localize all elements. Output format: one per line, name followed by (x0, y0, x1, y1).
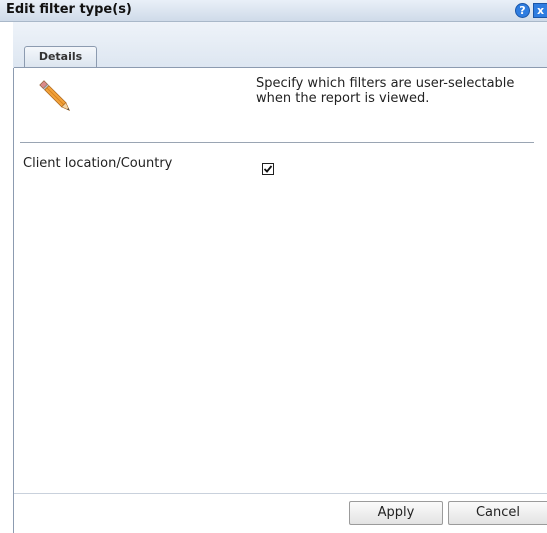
close-icon[interactable]: x (533, 3, 547, 18)
pencil-icon (39, 80, 71, 112)
help-icon[interactable]: ? (515, 3, 530, 18)
dialog-title: Edit filter type(s) (6, 2, 132, 17)
tab-details[interactable]: Details (24, 46, 97, 67)
dialog-titlebar[interactable]: Edit filter type(s) ? x (0, 0, 547, 22)
filter-description: Specify which filters are user-selectabl… (256, 76, 515, 106)
footer-divider (14, 493, 547, 494)
checkmark-icon (263, 165, 273, 173)
checkbox-client-location[interactable] (262, 163, 274, 175)
details-panel (14, 68, 547, 493)
field-label-client-location: Client location/Country (23, 156, 173, 171)
apply-button[interactable]: Apply (349, 501, 443, 525)
cancel-button[interactable]: Cancel (448, 501, 547, 525)
section-divider (20, 142, 534, 143)
edit-filter-dialog: Edit filter type(s) ? x Details Specify … (0, 0, 547, 533)
